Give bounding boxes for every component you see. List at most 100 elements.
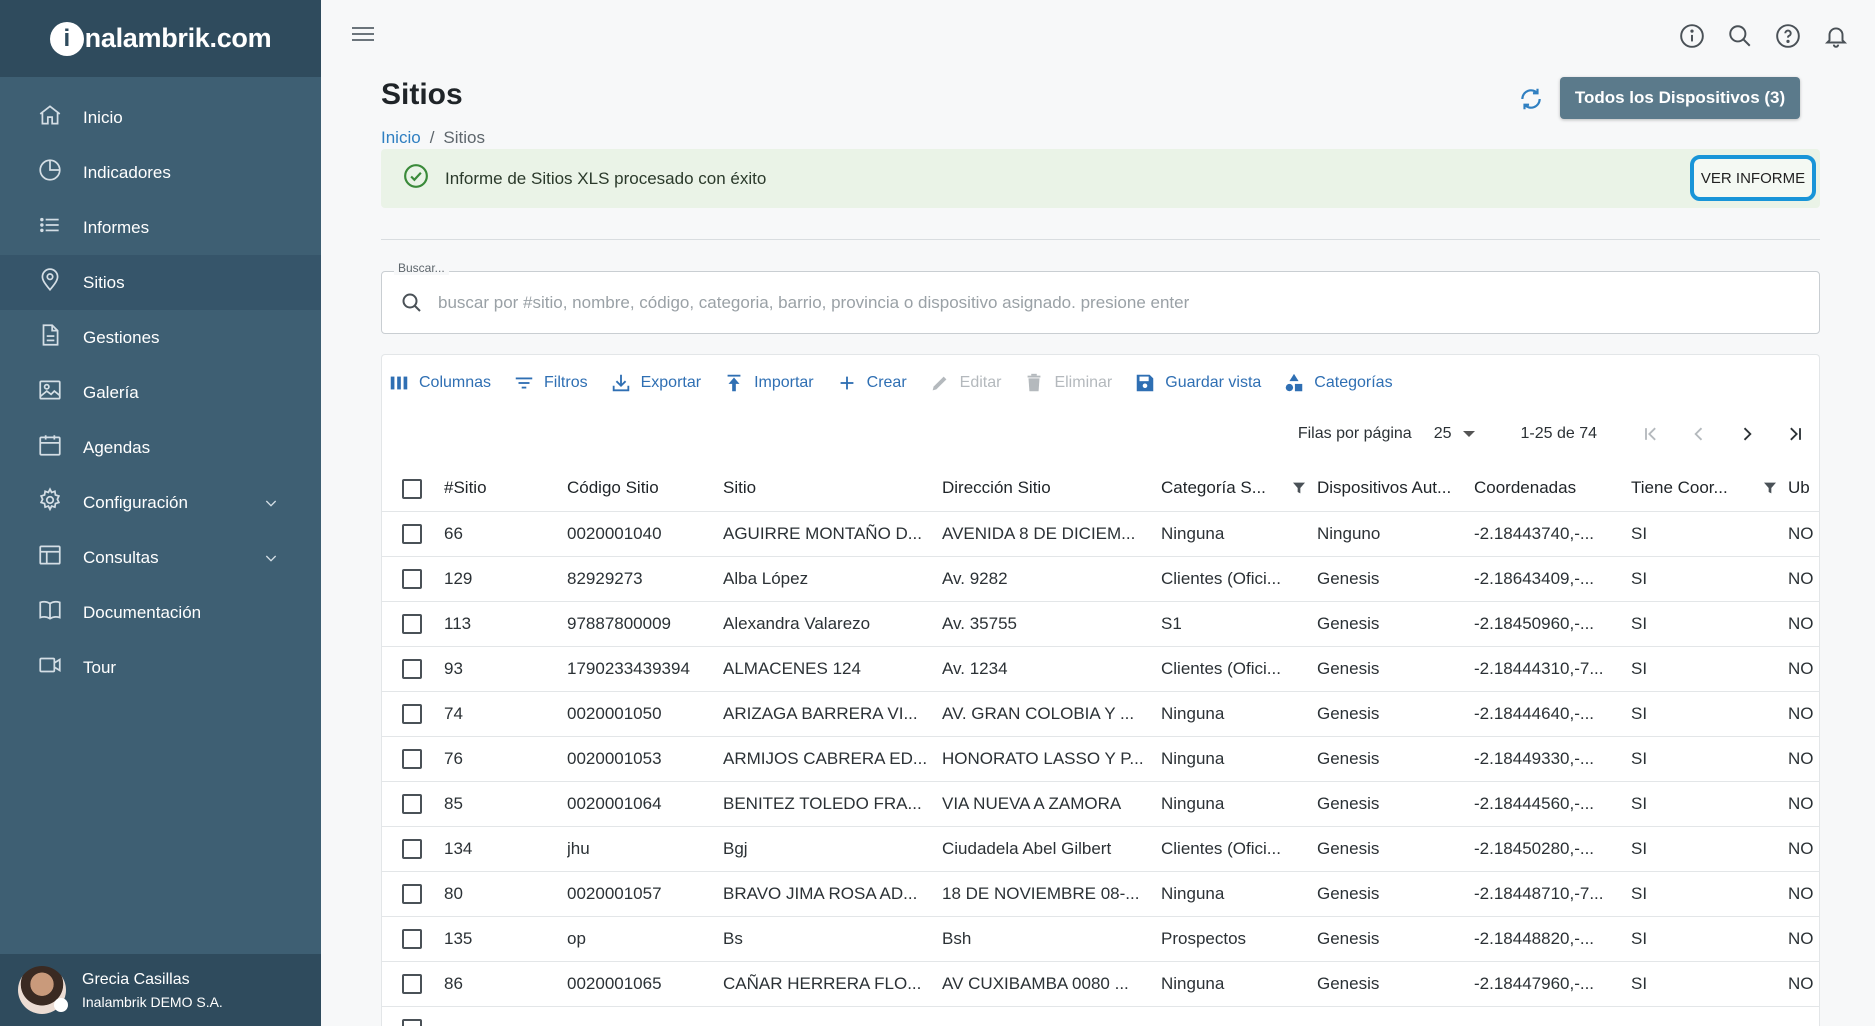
table-row[interactable]: 134 jhu Bgj Ciudadela Abel Gilbert Clientes … bbox=[382, 826, 1819, 872]
table-cell: NO bbox=[1788, 601, 1819, 647]
categories-label: Categorías bbox=[1314, 374, 1393, 391]
columns-button[interactable]: Columnas bbox=[382, 372, 497, 394]
sidebar-item-sitios[interactable]: Sitios bbox=[0, 255, 321, 310]
all-devices-button[interactable]: Todos los Dispositivos (3) bbox=[1560, 77, 1800, 119]
table-cell: -2.18444310,-7... bbox=[1474, 646, 1631, 692]
table-cell: SI bbox=[1631, 646, 1788, 692]
menu-toggle-icon[interactable] bbox=[352, 27, 376, 47]
table-cell: BENITEZ TOLEDO FRA... bbox=[723, 781, 942, 827]
row-checkbox[interactable] bbox=[402, 523, 422, 544]
row-checkbox[interactable] bbox=[402, 883, 422, 904]
table-cell: VIA NUEVA A ZAMORA bbox=[942, 781, 1161, 827]
import-button[interactable]: Importar bbox=[717, 372, 820, 394]
columns-label: Columnas bbox=[419, 374, 492, 391]
table-row[interactable]: 74 0020001050 ARIZAGA BARRERA VI... AV. GRA… bbox=[382, 691, 1819, 737]
table-row[interactable]: 76 0020001053 ARMIJOS CABRERA ED... HONORAT… bbox=[382, 736, 1819, 782]
row-checkbox[interactable] bbox=[402, 838, 422, 859]
table-row[interactable]: 85 0020001064 BENITEZ TOLEDO FRA... VIA NUE… bbox=[382, 781, 1819, 827]
column-header[interactable]: Sitio bbox=[723, 466, 942, 512]
column-header[interactable]: Ub bbox=[1788, 466, 1819, 512]
filter-icon[interactable] bbox=[1291, 480, 1307, 501]
edit-button[interactable]: Editar bbox=[923, 372, 1008, 394]
table-row[interactable]: 113 97887800009 Alexandra Valarezo Av. 3575… bbox=[382, 601, 1819, 647]
sidebar-item-tour[interactable]: Tour bbox=[0, 640, 321, 695]
table-cell: Ninguna bbox=[1161, 871, 1317, 917]
sidebar-item-inicio[interactable]: Inicio bbox=[0, 90, 321, 145]
delete-button[interactable]: Eliminar bbox=[1017, 372, 1118, 394]
table-row[interactable] bbox=[382, 1006, 1819, 1026]
table-cell bbox=[444, 1006, 567, 1026]
row-checkbox[interactable] bbox=[402, 928, 422, 949]
table-cell: Ciudadela Abel Gilbert bbox=[942, 826, 1161, 872]
help-icon[interactable] bbox=[1775, 23, 1801, 54]
table-cell: NO bbox=[1788, 781, 1819, 827]
rows-per-page-select[interactable]: 25 bbox=[1434, 425, 1476, 443]
row-checkbox[interactable] bbox=[402, 613, 422, 634]
row-checkbox[interactable] bbox=[402, 568, 422, 589]
sidebar-item-informes[interactable]: Informes bbox=[0, 200, 321, 255]
sidebar-item-label: Informes bbox=[83, 217, 150, 237]
column-header[interactable]: Categoría S... bbox=[1161, 466, 1317, 512]
search-icon[interactable] bbox=[1727, 23, 1753, 54]
table-cell: Genesis bbox=[1317, 916, 1474, 962]
first-page-icon[interactable] bbox=[1627, 424, 1675, 444]
brand-logo[interactable]: i nalambrik.com bbox=[49, 21, 272, 56]
row-checkbox[interactable] bbox=[402, 973, 422, 994]
row-checkbox[interactable] bbox=[402, 658, 422, 679]
search-input[interactable] bbox=[438, 292, 1788, 313]
table-cell: 86 bbox=[444, 961, 567, 1007]
row-checkbox[interactable] bbox=[402, 1018, 422, 1026]
sidebar-item-consultas[interactable]: Consultas bbox=[0, 530, 321, 585]
location-pin-icon bbox=[37, 267, 63, 298]
table-cell: -2.18448710,-7... bbox=[1474, 871, 1631, 917]
table-row[interactable]: 66 0020001040 AGUIRRE MONTAÑO D... AVENIDA … bbox=[382, 511, 1819, 557]
sidebar-item-galeria[interactable]: Galería bbox=[0, 365, 321, 420]
column-header[interactable]: Dirección Sitio bbox=[942, 466, 1161, 512]
column-header[interactable]: Coordenadas bbox=[1474, 466, 1631, 512]
table-row[interactable]: 93 1790233439394 ALMACENES 124 Av. 1234 Clie… bbox=[382, 646, 1819, 692]
user-profile[interactable]: Grecia Casillas Inalambrik DEMO S.A. bbox=[0, 954, 321, 1026]
column-header[interactable]: Código Sitio bbox=[567, 466, 723, 512]
table-cell: NO bbox=[1788, 961, 1819, 1007]
filter-icon[interactable] bbox=[1762, 480, 1778, 501]
column-header[interactable]: Tiene Coor... bbox=[1631, 466, 1788, 512]
sidebar-item-documentacion[interactable]: Documentación bbox=[0, 585, 321, 640]
column-header-label: Ub bbox=[1788, 478, 1810, 498]
next-page-icon[interactable] bbox=[1723, 424, 1771, 444]
row-checkbox[interactable] bbox=[402, 793, 422, 814]
info-icon[interactable] bbox=[1679, 23, 1705, 54]
previous-page-icon[interactable] bbox=[1675, 424, 1723, 444]
table-cell: 135 bbox=[444, 916, 567, 962]
column-header[interactable]: #Sitio bbox=[444, 466, 567, 512]
table-row[interactable]: 80 0020001057 BRAVO JIMA ROSA AD... 18 DE N… bbox=[382, 871, 1819, 917]
create-label: Crear bbox=[866, 374, 907, 391]
filters-label: Filtros bbox=[544, 374, 588, 391]
table-row[interactable]: 86 0020001065 CAÑAR HERRERA FLO... AV CUXIB… bbox=[382, 961, 1819, 1007]
sidebar-item-agendas[interactable]: Agendas bbox=[0, 420, 321, 475]
sidebar-item-configuracion[interactable]: Configuración bbox=[0, 475, 321, 530]
table-row[interactable]: 135 op Bs Bsh Prospectos Genesis -2.18448820,-… bbox=[382, 916, 1819, 962]
select-all-checkbox[interactable] bbox=[402, 478, 422, 499]
column-header[interactable]: Dispositivos Aut... bbox=[1317, 466, 1474, 512]
export-button[interactable]: Exportar bbox=[604, 372, 707, 394]
sidebar-item-indicadores[interactable]: Indicadores bbox=[0, 145, 321, 200]
sidebar-item-gestiones[interactable]: Gestiones bbox=[0, 310, 321, 365]
refresh-icon[interactable] bbox=[1518, 86, 1544, 117]
breadcrumb-home[interactable]: Inicio bbox=[381, 128, 421, 147]
row-checkbox[interactable] bbox=[402, 748, 422, 769]
table-cell: 80 bbox=[444, 871, 567, 917]
table-cell: Av. 35755 bbox=[942, 601, 1161, 647]
view-report-button[interactable]: VER INFORME bbox=[1690, 155, 1816, 201]
table-cell: Genesis bbox=[1317, 961, 1474, 1007]
table-cell: -2.18450280,-... bbox=[1474, 826, 1631, 872]
table-cell: S1 bbox=[1161, 601, 1317, 647]
last-page-icon[interactable] bbox=[1771, 424, 1819, 444]
filters-button[interactable]: Filtros bbox=[507, 372, 594, 394]
sidebar-item-label: Gestiones bbox=[83, 327, 160, 347]
row-checkbox[interactable] bbox=[402, 703, 422, 724]
bell-icon[interactable] bbox=[1823, 23, 1849, 54]
table-row[interactable]: 129 82929273 Alba López Av. 9282 Clientes (O… bbox=[382, 556, 1819, 602]
categories-button[interactable]: Categorías bbox=[1277, 372, 1398, 394]
create-button[interactable]: Crear bbox=[830, 372, 913, 394]
save-view-button[interactable]: Guardar vista bbox=[1128, 372, 1267, 394]
